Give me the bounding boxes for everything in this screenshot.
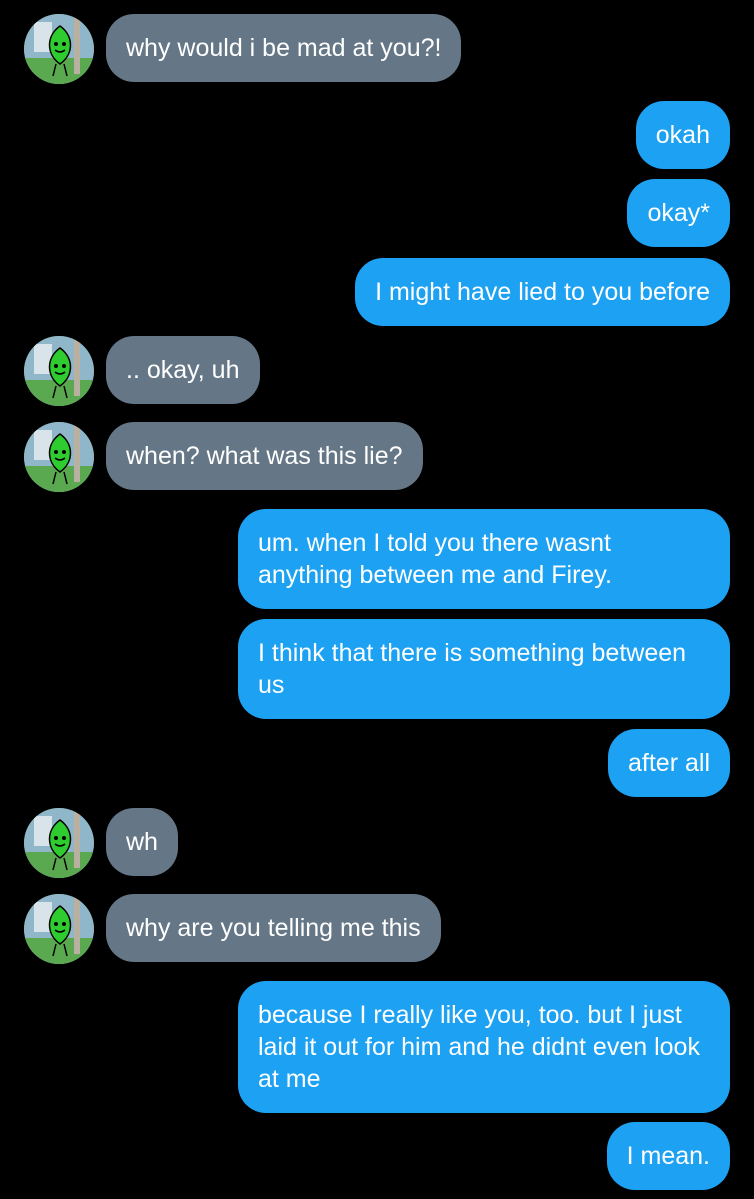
leaf-character-avatar-icon <box>24 894 94 964</box>
message-thread[interactable]: why would i be mad at you?! okah okay* I… <box>0 0 754 1199</box>
leaf-character-avatar-icon <box>24 336 94 406</box>
leaf-character-avatar-icon <box>24 14 94 84</box>
outgoing-message-bubble[interactable]: I might have lied to you before <box>355 258 730 326</box>
contact-avatar[interactable] <box>24 894 94 964</box>
contact-avatar[interactable] <box>24 336 94 406</box>
incoming-message-bubble[interactable]: wh <box>106 808 178 876</box>
outgoing-message-bubble[interactable]: okah <box>635 101 730 169</box>
incoming-message-bubble[interactable]: why would i be mad at you?! <box>106 14 462 82</box>
outgoing-message-bubble[interactable]: I think that there is something between … <box>238 619 730 719</box>
contact-avatar[interactable] <box>24 14 94 84</box>
outgoing-message-bubble[interactable]: um. when I told you there wasnt anything… <box>238 509 730 609</box>
outgoing-message-bubble[interactable]: after all <box>608 729 730 797</box>
outgoing-message-bubble[interactable]: okay* <box>627 179 730 247</box>
contact-avatar[interactable] <box>24 422 94 492</box>
incoming-message-bubble[interactable]: when? what was this lie? <box>106 422 423 490</box>
outgoing-message-bubble[interactable]: because I really like you, too. but I ju… <box>238 981 730 1113</box>
leaf-character-avatar-icon <box>24 422 94 492</box>
outgoing-message-bubble[interactable]: I mean. <box>606 1122 730 1190</box>
incoming-message-bubble[interactable]: .. okay, uh <box>106 336 260 404</box>
incoming-message-bubble[interactable]: why are you telling me this <box>106 894 441 962</box>
contact-avatar[interactable] <box>24 808 94 878</box>
leaf-character-avatar-icon <box>24 808 94 878</box>
